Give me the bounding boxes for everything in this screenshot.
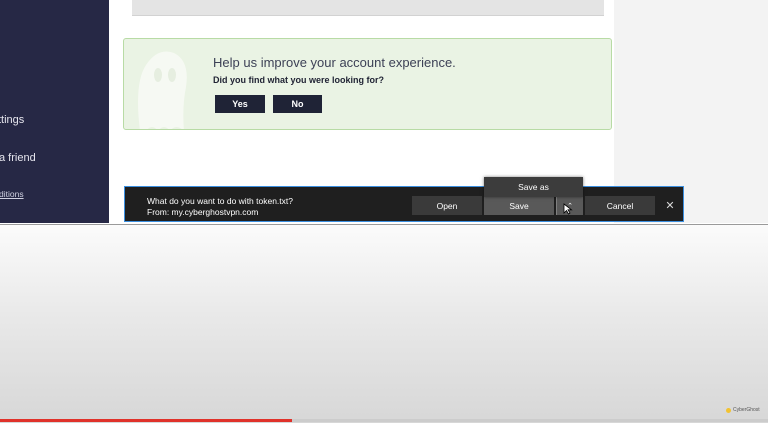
sidebar-item-terms-link[interactable]: ditions [0,189,24,199]
download-source: From: my.cyberghostvpn.com [147,207,259,217]
yes-button[interactable]: Yes [215,95,265,113]
open-button[interactable]: Open [412,196,482,215]
close-icon[interactable]: ✕ [663,197,677,213]
sidebar-item-refer-friend[interactable]: a friend [0,152,36,164]
browser-viewport: ttings a friend ditions Help us improve … [0,0,768,223]
feedback-card: Help us improve your account experience.… [123,38,612,130]
mouse-cursor-icon [563,203,573,215]
ghost-icon [138,51,187,129]
cyberghost-logo-icon [726,407,731,413]
no-button[interactable]: No [273,95,322,113]
watermark-label: CyberGhost [733,407,760,413]
sidebar-item-settings[interactable]: ttings [0,114,24,126]
video-overlay-area [0,224,768,423]
cancel-button[interactable]: Cancel [585,196,655,215]
save-as-menu-item[interactable]: Save as [484,177,583,197]
download-bar: What do you want to do with token.txt? F… [124,186,684,222]
sidebar: ttings a friend ditions [0,0,109,223]
save-button[interactable]: Save [484,196,554,215]
watermark: CyberGhost [726,407,760,413]
top-panel [132,0,604,16]
feedback-question: Did you find what you were looking for? [213,75,384,85]
download-prompt: What do you want to do with token.txt? [147,196,293,206]
feedback-title: Help us improve your account experience. [213,55,456,70]
